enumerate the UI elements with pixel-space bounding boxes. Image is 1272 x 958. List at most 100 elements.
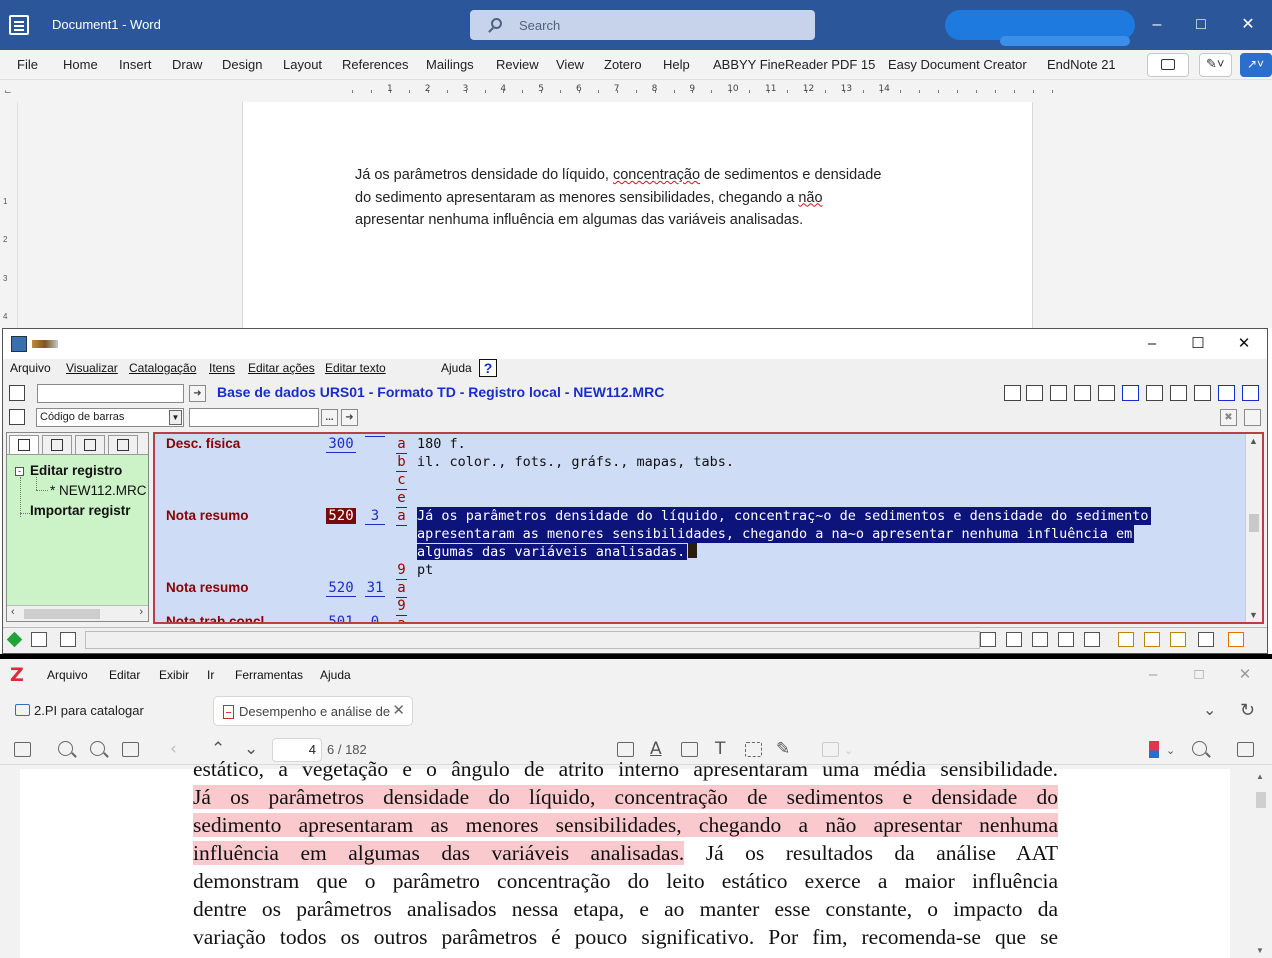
word-body-text[interactable]: Já os parâmetros densidade do líquido, c… (355, 164, 925, 232)
subfield-value[interactable]: pt (417, 561, 433, 579)
format-icon[interactable] (1004, 385, 1021, 401)
tab-review[interactable]: Review (496, 57, 539, 72)
copy-record-icon[interactable] (1098, 385, 1115, 401)
table-icon[interactable] (1084, 632, 1100, 647)
pdf-page[interactable]: estático, a vegetação e o ângulo de atri… (20, 757, 1230, 958)
pdf-viewport[interactable]: estático, a vegetação e o ângulo de atri… (0, 757, 1272, 958)
highlight-annotation[interactable]: influência em algumas das variáveis anal… (193, 841, 685, 865)
marc-record-editor[interactable]: Desc. física 300 a b c e 180 f. il. colo… (153, 432, 1264, 624)
field-tag[interactable]: 300 (326, 436, 356, 453)
tab-home[interactable]: Home (63, 57, 98, 72)
subfield-code[interactable]: a (396, 508, 407, 526)
maximize-icon[interactable]: □ (1189, 665, 1209, 685)
context-pane-icon[interactable] (1237, 742, 1254, 757)
subfield-code[interactable]: a (396, 616, 407, 622)
marc-icon[interactable] (1006, 632, 1022, 647)
menu-exibir[interactable]: Exibir (159, 668, 189, 682)
highlight-annotation[interactable]: Já os parâmetros densidade do líquido, c… (193, 785, 1058, 809)
scroll-up-icon[interactable]: ▲ (1256, 772, 1264, 781)
subfield-code[interactable]: 9 (396, 598, 407, 616)
zoom-in-icon[interactable] (90, 741, 105, 756)
tree-edit-record[interactable]: Editar registro (30, 463, 122, 478)
library-icon[interactable] (1170, 632, 1186, 647)
delete-record-icon[interactable] (1218, 385, 1235, 401)
bookmark-dropdown-icon[interactable]: ⌄ (1166, 744, 1175, 757)
record-search-input[interactable] (37, 384, 184, 403)
merge-icon[interactable] (1170, 385, 1187, 401)
fit-width-icon[interactable] (122, 742, 139, 757)
subfield-code[interactable]: a (396, 436, 407, 454)
menu-editar-acoes[interactable]: Editar ações (248, 361, 315, 375)
maximize-icon[interactable]: ☐ (1186, 334, 1210, 354)
tab-clip[interactable] (75, 435, 105, 454)
subfield-code[interactable]: c (396, 472, 407, 490)
share-button[interactable]: ↗˅ (1240, 53, 1272, 77)
bookmark-icon[interactable] (1149, 741, 1159, 758)
field-indicator[interactable]: 0 (365, 614, 385, 622)
field-tag[interactable]: 501 (326, 614, 356, 622)
close-icon[interactable]: ✕ (1235, 665, 1255, 685)
record-icon[interactable] (9, 385, 25, 401)
subfield-value-selected[interactable]: apresentaram as menores sensibilidades, … (417, 525, 1135, 543)
stack-icon[interactable] (1144, 632, 1160, 647)
menu-editar[interactable]: Editar (109, 668, 140, 682)
link-icon[interactable] (1146, 385, 1163, 401)
editor-vertical-scrollbar[interactable]: ▲ ▼ (1245, 434, 1262, 622)
search-icon[interactable] (1192, 741, 1207, 756)
search-field-select[interactable]: Código de barras ▼ (36, 408, 184, 427)
sidebar-toggle-icon[interactable] (14, 742, 31, 757)
tab-record-tree[interactable] (9, 435, 39, 454)
globe-icon[interactable] (1058, 632, 1074, 647)
save-record-icon[interactable] (1242, 385, 1259, 401)
menu-catalogacao[interactable]: Catalogação (129, 361, 196, 375)
menu-arquivo[interactable]: Arquivo (47, 668, 88, 682)
transfer-icon[interactable] (1032, 632, 1048, 647)
pdf-vertical-scrollbar[interactable]: ▲ ▼ (1246, 769, 1272, 958)
key-icon[interactable] (1118, 632, 1134, 647)
tab-zotero[interactable]: Zotero (604, 57, 642, 72)
collapse-icon[interactable]: - (15, 467, 24, 476)
menu-ir[interactable]: Ir (207, 668, 214, 682)
scroll-left-icon[interactable]: ‹ (11, 606, 15, 618)
subfield-value-selected[interactable]: algumas das variáveis analisadas. (417, 544, 688, 560)
chevron-down-icon[interactable]: ▼ (169, 410, 182, 425)
book-icon[interactable] (1050, 385, 1067, 401)
field-indicator[interactable] (365, 436, 385, 437)
folder-icon-2[interactable] (60, 632, 76, 647)
field-indicator[interactable]: 3 (365, 508, 385, 525)
pdf-text-layer[interactable]: estático, a vegetação e o ângulo de atri… (193, 755, 1058, 951)
subfield-code[interactable]: a (396, 580, 407, 598)
menu-arquivo[interactable]: Arquivo (10, 361, 51, 375)
tab-easy-document-creator[interactable]: Easy Document Creator (888, 57, 1027, 72)
scroll-down-icon[interactable]: ▼ (1249, 610, 1258, 620)
settings-icon[interactable] (1194, 385, 1211, 401)
print-icon[interactable] (1198, 632, 1214, 647)
tab-references[interactable]: References (342, 57, 408, 72)
tab-abbyy[interactable]: ABBYY FineReader PDF 15 (713, 57, 875, 72)
close-icon[interactable]: ✕ (1238, 15, 1258, 35)
editing-mode-button[interactable]: ✎˅ (1199, 53, 1232, 77)
menu-ajuda[interactable]: Ajuda (320, 668, 351, 682)
subfield-code[interactable]: b (396, 454, 407, 472)
subfield-value[interactable]: 180 f. (417, 435, 466, 453)
lookup-button[interactable]: ... (321, 409, 338, 426)
network-icon[interactable] (980, 632, 996, 647)
zoom-out-icon[interactable] (58, 741, 73, 756)
maximize-icon[interactable]: □ (1191, 15, 1211, 35)
close-icon[interactable]: ✕ (1232, 334, 1256, 354)
tree-record-file[interactable]: * NEW112.MRC (50, 483, 147, 498)
barcode-input[interactable] (189, 408, 319, 427)
tab-items[interactable] (42, 435, 72, 454)
minimize-icon[interactable]: – (1143, 665, 1163, 685)
subfield-value-selected[interactable]: Já os parâmetros densidade do líquido, c… (417, 507, 1151, 525)
folder-icon[interactable] (31, 632, 47, 647)
menu-ferramentas[interactable]: Ferramentas (235, 668, 303, 682)
field-indicator[interactable]: 31 (365, 580, 385, 597)
tab-draw[interactable]: Draw (172, 57, 202, 72)
panel-icon[interactable] (1244, 409, 1261, 426)
tab-design[interactable]: Design (222, 57, 262, 72)
subfield-value[interactable]: il. color., fots., gráfs., mapas, tabs. (417, 453, 734, 471)
tab-stop-icon[interactable]: ⌙ (4, 86, 12, 97)
item-icon[interactable] (9, 409, 25, 425)
tree-import-record[interactable]: Importar registr (30, 503, 131, 518)
